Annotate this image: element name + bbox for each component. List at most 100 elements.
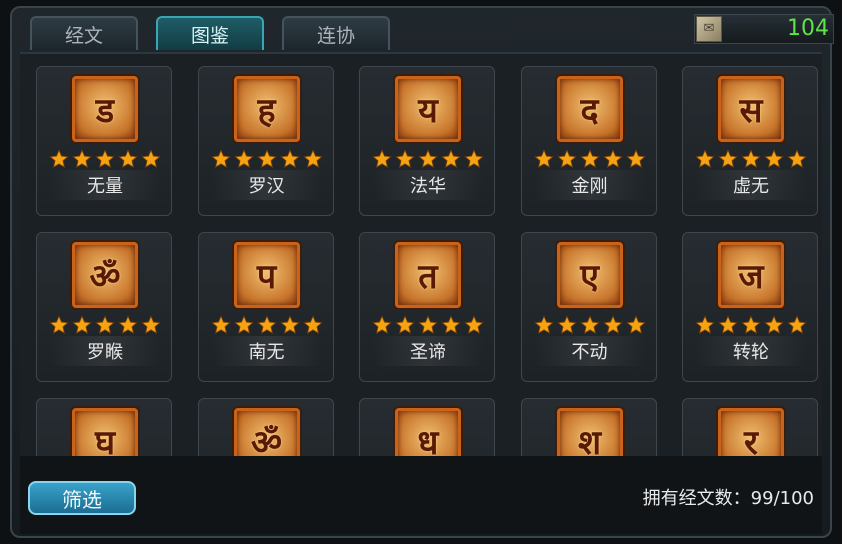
scripture-card[interactable]: ड 无量 [36,66,172,216]
star-icon [279,149,300,169]
star-icon [256,315,277,335]
star-icon [464,315,484,335]
rune-glyph-icon: ह [257,91,276,131]
star-icon [718,315,738,335]
star-icon [579,315,600,335]
star-icon [602,149,623,169]
tab-codex[interactable]: 图鉴 [156,16,264,50]
star-rating [372,149,484,169]
star-icon [256,149,277,169]
rune-glyph-icon: ड [95,91,115,131]
scripture-card[interactable]: द 金刚 [520,66,657,216]
rune-icon-frame: ह [233,76,300,142]
rune-icon-frame: घ [72,408,138,458]
star-icon [49,149,69,169]
rune-glyph-icon: द [580,91,599,131]
star-icon [233,315,254,335]
scripture-card[interactable]: ध [359,398,495,458]
rune-glyph-icon: श [577,423,602,458]
card-name: 法华 [372,170,484,200]
rune-glyph-icon: ॐ [250,423,282,458]
star-icon [741,315,761,335]
scripture-card[interactable]: ॐ 罗睺 [36,232,172,382]
rune-icon-frame: ध [395,408,461,458]
card-name: 罗睺 [49,336,161,366]
star-rating [533,149,646,169]
star-icon [625,149,646,169]
star-icon [441,149,461,169]
rune-icon-frame: ॐ [233,408,300,458]
star-icon [395,149,415,169]
star-icon [233,149,254,169]
card-name: 圣谛 [372,336,484,366]
scripture-card[interactable]: य 法华 [359,66,495,216]
tab-synergy[interactable]: 连协 [282,16,390,50]
rune-glyph-icon: प [256,257,277,297]
card-name: 转轮 [695,336,807,366]
star-icon [302,315,323,335]
card-name: 罗汉 [210,170,323,200]
star-icon [72,149,92,169]
star-icon [787,315,807,335]
rune-icon-frame: र [718,408,784,458]
scripture-card[interactable]: श [520,398,657,458]
star-icon [141,149,161,169]
star-icon [556,315,577,335]
rune-glyph-icon: य [418,91,438,131]
star-icon [764,149,784,169]
card-name: 金刚 [533,170,646,200]
card-grid: ड 无量 ह 罗汉 य 法华 द 金刚 स 虚无 ॐ 罗睺 प 南无 त 圣谛 ए 不动 ज 转轮 घ ॐ ध श र [20,52,822,458]
star-icon [418,149,438,169]
star-icon [141,315,161,335]
scripture-card[interactable]: ए 不动 [520,232,657,382]
star-rating [210,315,323,335]
star-icon [625,315,646,335]
tab-scriptures[interactable]: 经文 [30,16,138,50]
star-icon [695,315,715,335]
star-icon [302,149,323,169]
scripture-card[interactable]: ज 转轮 [682,232,818,382]
star-icon [95,149,115,169]
rune-glyph-icon: त [418,257,438,297]
rune-icon-frame: स [718,76,784,142]
star-rating [533,315,646,335]
scripture-card[interactable]: ह 罗汉 [197,66,334,216]
card-name: 不动 [533,336,646,366]
star-icon [118,149,138,169]
star-icon [602,315,623,335]
rune-icon-frame: ॐ [72,242,138,308]
star-icon [533,315,554,335]
rune-icon-frame: प [233,242,300,308]
star-icon [787,149,807,169]
star-icon [395,315,415,335]
star-icon [72,315,92,335]
star-rating [49,149,161,169]
star-icon [279,315,300,335]
scripture-card[interactable]: प 南无 [197,232,334,382]
star-icon [210,315,231,335]
star-icon [764,315,784,335]
scripture-card[interactable]: घ [36,398,172,458]
star-icon [695,149,715,169]
star-icon [210,149,231,169]
star-icon [95,315,115,335]
rune-glyph-icon: स [739,91,763,131]
bottom-bar: 筛选 拥有经文数：99/100 [20,456,822,534]
card-name: 南无 [210,336,323,366]
star-icon [556,149,577,169]
star-icon [418,315,438,335]
rune-icon-frame: ज [718,242,784,308]
scripture-card[interactable]: त 圣谛 [359,232,495,382]
filter-button[interactable]: 筛选 [28,481,136,515]
star-icon [741,149,761,169]
currency-value: 104 [787,16,829,41]
scripture-card[interactable]: ॐ [197,398,334,458]
rune-icon-frame: य [395,76,461,142]
star-icon [372,149,392,169]
scripture-card[interactable]: स 虚无 [682,66,818,216]
rune-icon-frame: द [556,76,623,142]
scripture-card[interactable]: र [682,398,818,458]
rune-glyph-icon: घ [94,423,116,458]
rune-icon-frame: ड [72,76,138,142]
rune-glyph-icon: ॐ [89,257,121,297]
